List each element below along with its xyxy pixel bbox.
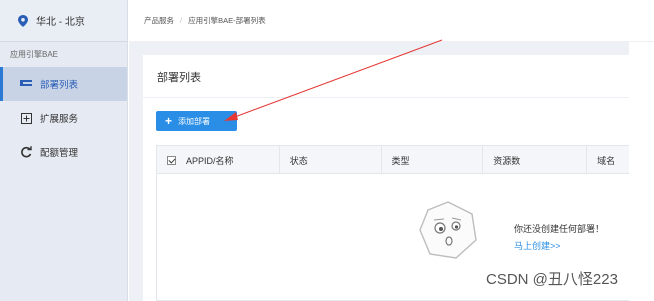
empty-message: 你还没创建任何部署！ bbox=[514, 224, 605, 234]
location-pin-icon bbox=[18, 14, 28, 27]
plus-square-icon bbox=[20, 112, 32, 124]
region-selector[interactable]: 华北 - 北京 bbox=[0, 0, 127, 42]
add-deployment-button[interactable]: + 添加部署 bbox=[156, 111, 237, 131]
region-label: 华北 - 北京 bbox=[36, 17, 85, 28]
breadcrumb-separator: / bbox=[180, 16, 183, 25]
create-now-link[interactable]: 马上创建>> bbox=[514, 239, 561, 252]
column-header-status: 状态 bbox=[280, 146, 382, 174]
empty-face-icon bbox=[419, 201, 477, 259]
breadcrumb-current: 应用引擎BAE-部署列表 bbox=[188, 16, 266, 25]
section-label: 应用引擎BAE bbox=[10, 50, 59, 59]
plus-icon: + bbox=[165, 114, 173, 128]
breadcrumb-root[interactable]: 产品服务 bbox=[144, 15, 174, 26]
column-header-type: 类型 bbox=[382, 146, 484, 174]
column-label: 状态 bbox=[289, 155, 308, 166]
watermark: CSDN @丑八怪223 bbox=[486, 271, 618, 288]
column-header-domain: 域名 bbox=[587, 146, 629, 174]
column-header-appid[interactable]: APPID/名称 bbox=[157, 146, 280, 174]
breadcrumb: 产品服务 / 应用引擎BAE-部署列表 bbox=[129, 0, 654, 42]
column-label: 资源数 bbox=[493, 155, 521, 166]
column-label: APPID/名称 bbox=[186, 155, 234, 166]
sidebar-item-label: 扩展服务 bbox=[40, 114, 79, 125]
page-title: 部署列表 bbox=[157, 72, 201, 84]
refresh-icon bbox=[20, 146, 32, 158]
deploy-list-panel: 部署列表 + 添加部署 APPID/名称 状态 类型 资源数 域名 你还没创建任… bbox=[143, 55, 629, 301]
table-header: APPID/名称 状态 类型 资源数 域名 bbox=[157, 146, 629, 174]
sidebar: 华北 - 北京 应用引擎BAE 部署列表 扩展服务 配额管理 bbox=[0, 0, 128, 301]
sidebar-item-label: 配额管理 bbox=[40, 148, 79, 159]
column-label: 域名 bbox=[597, 155, 616, 166]
list-icon bbox=[20, 78, 32, 90]
divider bbox=[143, 97, 629, 98]
select-all-checkbox[interactable] bbox=[167, 155, 176, 165]
column-label: 类型 bbox=[391, 155, 410, 166]
column-header-resources: 资源数 bbox=[483, 146, 588, 174]
sidebar-item-label: 部署列表 bbox=[40, 80, 79, 91]
sidebar-item-extension-services[interactable]: 扩展服务 bbox=[0, 101, 127, 135]
sidebar-item-deploy-list[interactable]: 部署列表 bbox=[0, 67, 127, 101]
sidebar-item-quota-management[interactable]: 配额管理 bbox=[0, 135, 127, 169]
add-deployment-label: 添加部署 bbox=[178, 116, 211, 126]
